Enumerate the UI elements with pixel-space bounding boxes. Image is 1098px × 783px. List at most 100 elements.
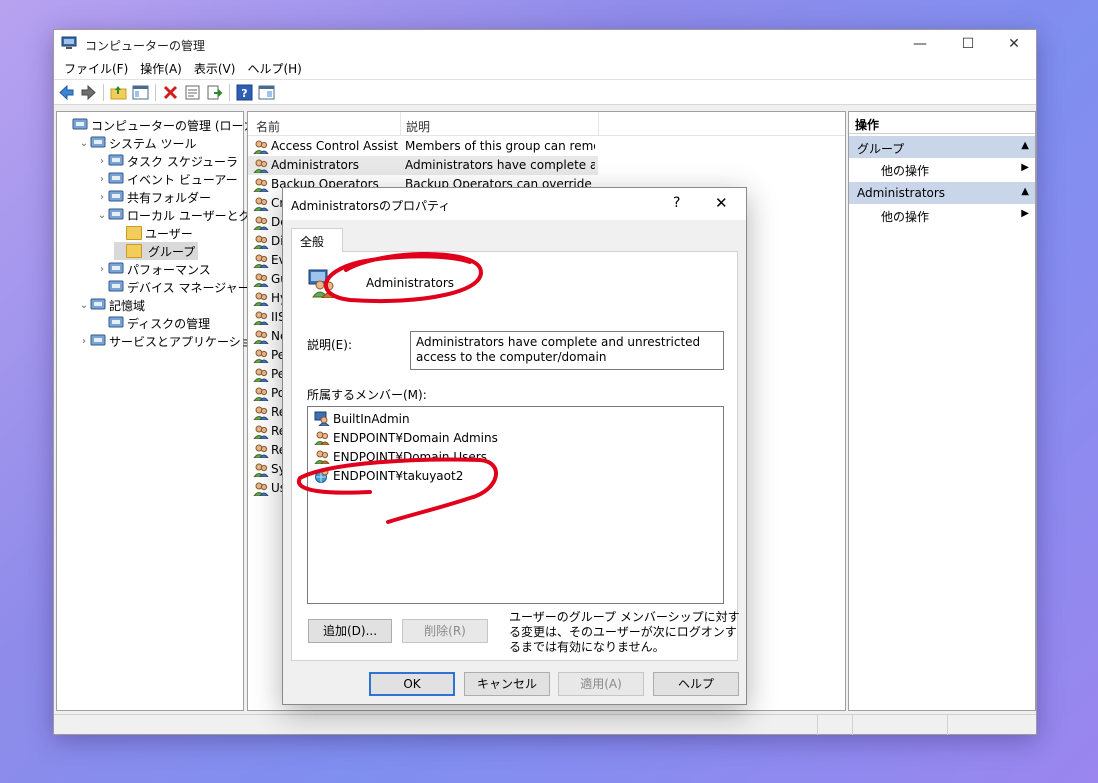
menu-bar: ファイル(F) 操作(A) 表示(V) ヘルプ(H) bbox=[54, 58, 1036, 80]
dialog-close-button[interactable]: ✕ bbox=[715, 194, 728, 212]
list-item[interactable]: ENDPOINT¥Domain Users bbox=[314, 447, 487, 466]
show-action-pane-icon[interactable] bbox=[258, 84, 275, 101]
minimize-button[interactable]: — bbox=[897, 30, 943, 58]
help-button[interactable]: ヘルプ bbox=[653, 672, 739, 696]
tree-item-label: グループ bbox=[145, 242, 199, 260]
group-icon bbox=[253, 368, 269, 382]
group-name: Administrators bbox=[366, 276, 455, 290]
clock-icon bbox=[108, 154, 124, 168]
tree-item[interactable]: コンピューターの管理 (ローカル) bbox=[60, 116, 272, 134]
action-item-label: 他の操作 bbox=[881, 164, 930, 178]
menu-help[interactable]: ヘルプ(H) bbox=[241, 60, 307, 77]
tree-item-label: 共有フォルダー bbox=[127, 190, 212, 205]
chevron-icon[interactable]: › bbox=[96, 156, 108, 167]
tree-item-label: システム ツール bbox=[109, 136, 197, 151]
action-section-title: グループ bbox=[857, 142, 905, 156]
tree-item[interactable]: › 共有フォルダー bbox=[96, 188, 211, 206]
help-icon[interactable]: ? bbox=[236, 84, 253, 101]
chevron-icon[interactable]: › bbox=[96, 264, 108, 275]
storage-icon bbox=[90, 298, 106, 312]
list-item[interactable]: BuiltInAdmin bbox=[314, 409, 410, 428]
group-icon bbox=[253, 463, 269, 477]
chevron-icon[interactable]: ⌄ bbox=[78, 138, 90, 149]
dialog-title-bar[interactable]: Administratorsのプロパティ ? ✕ bbox=[283, 188, 746, 220]
computer-management-icon bbox=[72, 118, 88, 132]
submenu-arrow-icon: ▶ bbox=[1021, 162, 1029, 173]
action-pane-header: 操作 bbox=[849, 112, 1035, 134]
members-list[interactable]: BuiltInAdmin ENDPOINT¥Domain Admins ENDPOI… bbox=[307, 406, 724, 604]
folder-icon bbox=[126, 244, 142, 258]
users-groups-icon bbox=[108, 208, 124, 222]
forward-arrow-icon[interactable] bbox=[80, 84, 97, 101]
tree-item[interactable]: › イベント ビューアー bbox=[96, 170, 238, 188]
apply-button[interactable]: 適用(A) bbox=[558, 672, 644, 696]
column-header-description[interactable]: 説明 bbox=[406, 118, 430, 135]
table-row[interactable]: Access Control Assista... Members of this… bbox=[248, 137, 598, 156]
up-folder-icon[interactable] bbox=[110, 84, 127, 101]
group-name-cell: Administrators bbox=[271, 158, 360, 172]
menu-file[interactable]: ファイル(F) bbox=[58, 60, 134, 77]
computer-management-icon bbox=[61, 36, 77, 49]
maximize-button[interactable]: ☐ bbox=[945, 30, 991, 58]
show-hide-tree-icon[interactable] bbox=[132, 84, 149, 101]
description-field[interactable]: Administrators have complete and unrestr… bbox=[410, 331, 724, 370]
action-section-groups[interactable]: グループ ▲ bbox=[849, 136, 1035, 158]
menu-action[interactable]: 操作(A) bbox=[134, 60, 188, 77]
chevron-icon[interactable]: › bbox=[78, 336, 90, 347]
column-header-name[interactable]: 名前 bbox=[256, 118, 280, 135]
ok-button[interactable]: OK bbox=[369, 672, 455, 696]
tree-item[interactable]: › サービスとアプリケーション bbox=[78, 332, 265, 350]
dialog-title: Administratorsのプロパティ bbox=[291, 199, 451, 213]
table-row[interactable]: Administrators Administrators have comple… bbox=[248, 156, 598, 175]
tree-item[interactable]: › タスク スケジューラ bbox=[96, 152, 238, 170]
device-manager-icon bbox=[108, 280, 124, 294]
chevron-icon[interactable]: ⌄ bbox=[78, 300, 90, 311]
tree-item[interactable]: ユーザー bbox=[114, 224, 193, 242]
group-icon bbox=[314, 450, 330, 464]
group-icon bbox=[314, 431, 330, 445]
tree-item[interactable]: ディスクの管理 bbox=[96, 314, 210, 332]
dialog-help-button[interactable]: ? bbox=[673, 195, 680, 211]
tree-item[interactable]: グループ bbox=[114, 242, 199, 260]
tools-icon bbox=[90, 136, 106, 150]
collapse-triangle-icon[interactable]: ▲ bbox=[1021, 140, 1029, 151]
folder-icon bbox=[126, 226, 142, 240]
list-item[interactable]: ENDPOINT¥Domain Admins bbox=[314, 428, 498, 447]
properties-icon[interactable] bbox=[184, 84, 201, 101]
group-icon bbox=[253, 387, 269, 401]
delete-x-icon[interactable] bbox=[162, 84, 179, 101]
action-section-title: Administrators bbox=[857, 186, 946, 200]
close-button[interactable]: ✕ bbox=[991, 30, 1037, 58]
svg-text:?: ? bbox=[241, 87, 247, 100]
tree-item[interactable]: › パフォーマンス bbox=[96, 260, 211, 278]
export-list-icon[interactable] bbox=[206, 84, 223, 101]
cancel-button[interactable]: キャンセル bbox=[464, 672, 550, 696]
menu-view[interactable]: 表示(V) bbox=[188, 60, 242, 77]
list-item[interactable]: ENDPOINT¥takuyaot2 bbox=[314, 466, 463, 485]
tree-item[interactable]: ⌄ 記憶域 bbox=[78, 296, 145, 314]
chevron-icon[interactable]: › bbox=[96, 174, 108, 185]
membership-change-note: ユーザーのグループ メンバーシップに対する変更は、そのユーザーが次にログオンする… bbox=[509, 610, 740, 654]
group-description-cell: Administrators have complete an... bbox=[405, 158, 595, 172]
chevron-icon[interactable]: › bbox=[96, 192, 108, 203]
tree-item[interactable]: ⌄ システム ツール bbox=[78, 134, 196, 152]
title-bar[interactable]: コンピューターの管理 — ☐ ✕ bbox=[54, 30, 1036, 58]
collapse-triangle-icon[interactable]: ▲ bbox=[1021, 186, 1029, 197]
group-icon bbox=[253, 349, 269, 363]
tree-item[interactable]: デバイス マネージャー bbox=[96, 278, 250, 296]
group-icon bbox=[253, 235, 269, 249]
group-icon bbox=[253, 197, 269, 211]
action-more-actions[interactable]: 他の操作 ▶ bbox=[849, 158, 1035, 180]
chevron-icon[interactable]: ⌄ bbox=[96, 210, 108, 221]
tab-general[interactable]: 全般 bbox=[291, 228, 343, 252]
group-icon bbox=[253, 444, 269, 458]
tree-item-label: タスク スケジューラ bbox=[127, 154, 238, 169]
group-icon bbox=[253, 178, 269, 192]
action-section-administrators[interactable]: Administrators ▲ bbox=[849, 182, 1035, 204]
remove-member-button[interactable]: 削除(R) bbox=[402, 619, 488, 643]
action-more-actions[interactable]: 他の操作 ▶ bbox=[849, 204, 1035, 226]
event-viewer-icon bbox=[108, 172, 124, 186]
back-arrow-icon[interactable] bbox=[58, 84, 75, 101]
group-icon bbox=[253, 330, 269, 344]
add-member-button[interactable]: 追加(D)... bbox=[308, 619, 392, 643]
